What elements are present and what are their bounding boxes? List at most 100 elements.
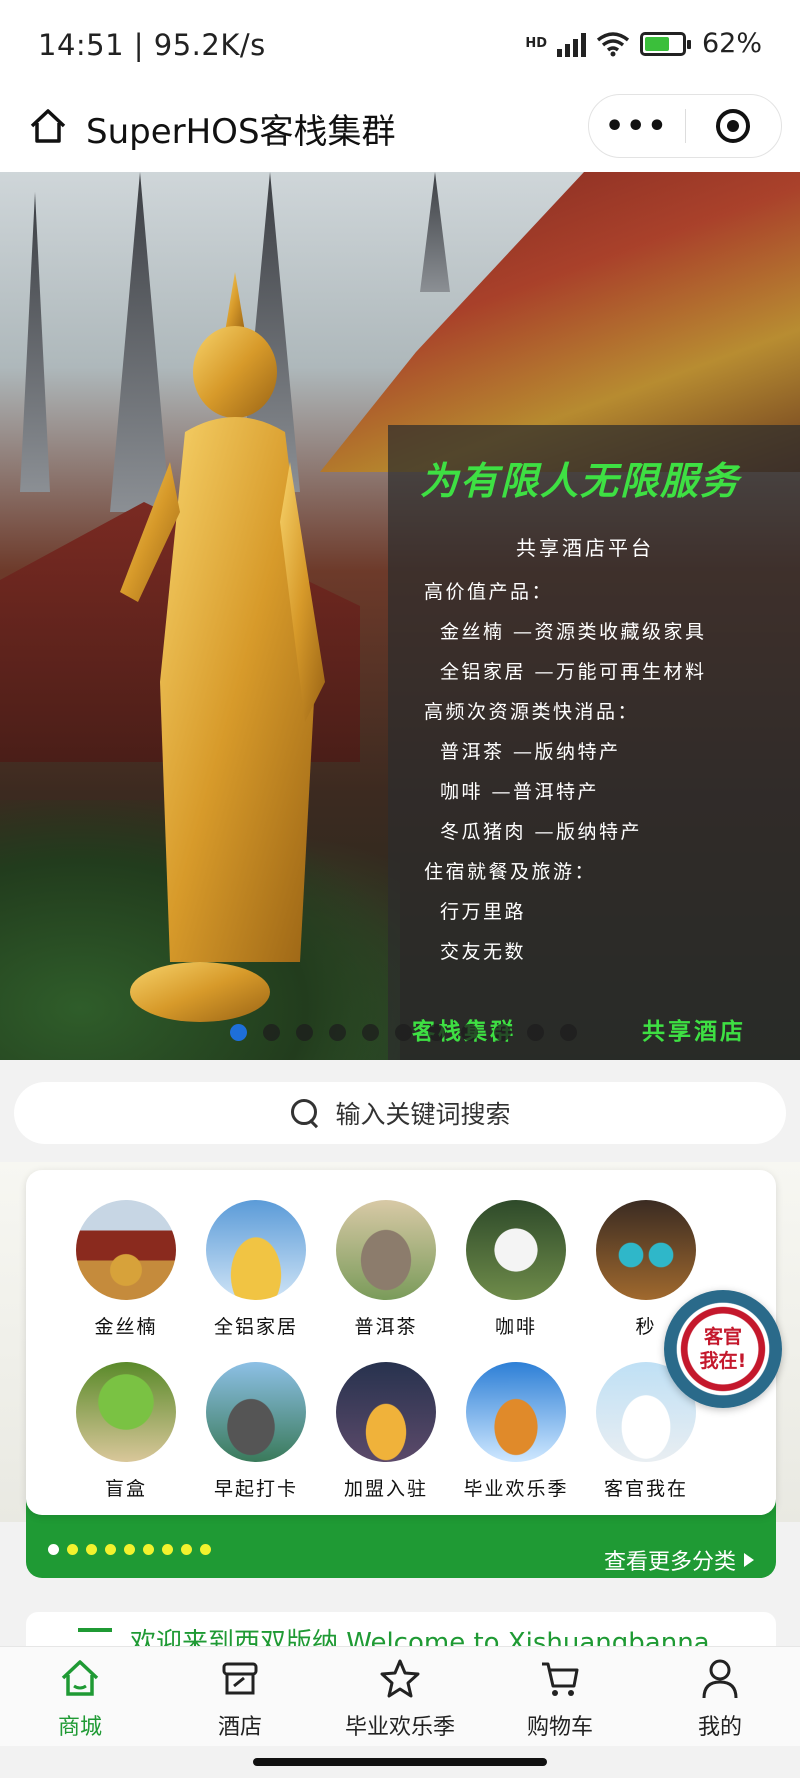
category-item[interactable]: 毕业欢乐季 — [446, 1362, 586, 1501]
page-title: SuperHOS客栈集群 — [86, 112, 396, 152]
status-time: 14:51 | 95.2K/s — [38, 28, 266, 62]
category-label: 全铝家居 — [213, 1316, 298, 1338]
category-page-dot — [48, 1544, 59, 1555]
mini-program-header: SuperHOS客栈集群 ••• — [0, 90, 800, 172]
category-item[interactable]: 早起打卡 — [186, 1362, 326, 1501]
tab-label: 毕业欢乐季 — [344, 1715, 455, 1740]
tab-label: 购物车 — [526, 1715, 593, 1740]
category-page-indicator — [48, 1544, 211, 1555]
banner-product-line: 交友无数 — [440, 941, 527, 963]
elephant-ride-image — [206, 1362, 306, 1462]
white-peacock-image — [466, 1200, 566, 1300]
banner-product-list: 高价值产品： 金丝楠 —资源类收藏级家具 全铝家居 —万能可再生材料高频次资源类快消… — [424, 572, 707, 972]
carousel-dot[interactable] — [296, 1024, 313, 1041]
category-page-dot — [181, 1544, 192, 1555]
capsule-menu: ••• — [588, 94, 782, 158]
carousel-dot[interactable] — [494, 1024, 511, 1041]
category-page-dot — [105, 1544, 116, 1555]
close-mini-program-button[interactable] — [686, 109, 782, 143]
category-label: 早起打卡 — [213, 1478, 298, 1500]
category-page-dot — [143, 1544, 154, 1555]
category-label: 金丝楠 — [94, 1316, 158, 1338]
category-item[interactable]: 金丝楠 — [56, 1200, 196, 1339]
search-placeholder: 输入关键词搜索 — [335, 1100, 511, 1129]
gesture-bar[interactable] — [253, 1758, 547, 1766]
banner-product-line: 金丝楠 —资源类收藏级家具 — [440, 621, 707, 643]
banner-product-line: 咖啡 —普洱特产 — [440, 781, 600, 803]
network-type-label: HD — [525, 36, 547, 51]
carousel-dot[interactable] — [527, 1024, 544, 1041]
signal-icon — [556, 31, 586, 57]
spire-decoration — [420, 172, 450, 292]
tab-hotel[interactable]: 酒店 — [160, 1647, 320, 1746]
banner-product-line: 高价值产品： — [424, 581, 554, 603]
battery-icon — [639, 31, 691, 56]
category-item[interactable]: 普洱茶 — [316, 1200, 456, 1339]
category-item[interactable]: 全铝家居 — [186, 1200, 326, 1339]
customer-service-button[interactable]: 客官我在! — [664, 1290, 782, 1408]
banner-product-line: 行万里路 — [440, 901, 527, 923]
banner-product-line: 全铝家居 —万能可再生材料 — [440, 661, 707, 683]
tab-label: 酒店 — [217, 1715, 262, 1740]
banner-product-line: 冬瓜猪肉 —版纳特产 — [440, 821, 643, 843]
category-label: 毕业欢乐季 — [463, 1478, 569, 1500]
tab-label: 我的 — [697, 1715, 742, 1740]
banner-subtitle: 共享酒店平台 — [516, 536, 654, 560]
play-arrow-icon — [744, 1553, 754, 1567]
golden-pagoda-image — [206, 1200, 306, 1300]
tab-label: 商城 — [57, 1715, 102, 1740]
carousel-indicator — [230, 1024, 577, 1041]
bottom-tab-bar: 商城 酒店 毕业欢乐季 购物车 我的 — [0, 1646, 800, 1746]
carousel-dot[interactable] — [362, 1024, 379, 1041]
carousel-dot[interactable] — [461, 1024, 478, 1041]
night-pagoda-image — [336, 1362, 436, 1462]
banner-slogan: 为有限人无限服务 — [420, 458, 741, 503]
banner-carousel[interactable]: 为有限人无限服务 共享酒店平台 高价值产品： 金丝楠 —资源类收藏级家具 全铝家居 … — [0, 172, 800, 1060]
banner-product-line: 住宿就餐及旅游： — [424, 861, 597, 883]
more-options-button[interactable]: ••• — [589, 109, 685, 144]
carousel-dot[interactable] — [560, 1024, 577, 1041]
category-label: 客官我在 — [603, 1478, 688, 1500]
temple-image — [76, 1200, 176, 1300]
carousel-dot[interactable] — [263, 1024, 280, 1041]
tab-shop[interactable]: 商城 — [0, 1647, 160, 1746]
carousel-dot[interactable] — [395, 1024, 412, 1041]
tab-graduation[interactable]: 毕业欢乐季 — [320, 1647, 480, 1746]
customer-service-label: 客官我在! — [699, 1326, 747, 1372]
search-bar[interactable]: 输入关键词搜索 — [14, 1082, 786, 1144]
temple-sky-image — [466, 1362, 566, 1462]
battery-level: 62% — [701, 28, 762, 59]
more-categories-link[interactable]: 查看更多分类 — [604, 1544, 754, 1576]
earrings-image — [596, 1200, 696, 1300]
carousel-dot[interactable] — [230, 1024, 247, 1041]
category-page-dot — [124, 1544, 135, 1555]
category-item[interactable]: 咖啡 — [446, 1200, 586, 1339]
banner-footer-right: 共享酒店 — [642, 1018, 746, 1045]
hotel-store-icon — [217, 1655, 263, 1701]
status-indicators: HD 62% — [525, 28, 762, 59]
carousel-dot[interactable] — [428, 1024, 445, 1041]
wifi-icon — [596, 31, 630, 56]
category-label: 普洱茶 — [354, 1316, 418, 1338]
tab-cart[interactable]: 购物车 — [480, 1647, 640, 1746]
cart-icon — [537, 1655, 583, 1701]
carousel-dot[interactable] — [329, 1024, 346, 1041]
target-icon — [716, 109, 751, 143]
more-categories-label: 查看更多分类 — [603, 1550, 736, 1575]
home-icon[interactable] — [26, 104, 70, 148]
category-page-dot — [200, 1544, 211, 1555]
category-label: 加盟入驻 — [343, 1478, 428, 1500]
category-page-dot — [67, 1544, 78, 1555]
category-label: 咖啡 — [494, 1316, 537, 1338]
search-icon — [289, 1097, 321, 1129]
golden-buddha-image — [120, 272, 325, 1022]
category-item[interactable]: 盲盒 — [56, 1362, 196, 1501]
banner-product-line: 普洱茶 —版纳特产 — [440, 741, 621, 763]
banner-product-line: 高频次资源类快消品： — [424, 701, 640, 723]
spire-decoration — [20, 192, 50, 492]
tab-profile[interactable]: 我的 — [640, 1647, 800, 1746]
peacock-image — [76, 1362, 176, 1462]
elephants-image — [336, 1200, 436, 1300]
shop-home-icon — [57, 1655, 103, 1701]
category-item[interactable]: 加盟入驻 — [316, 1362, 456, 1501]
